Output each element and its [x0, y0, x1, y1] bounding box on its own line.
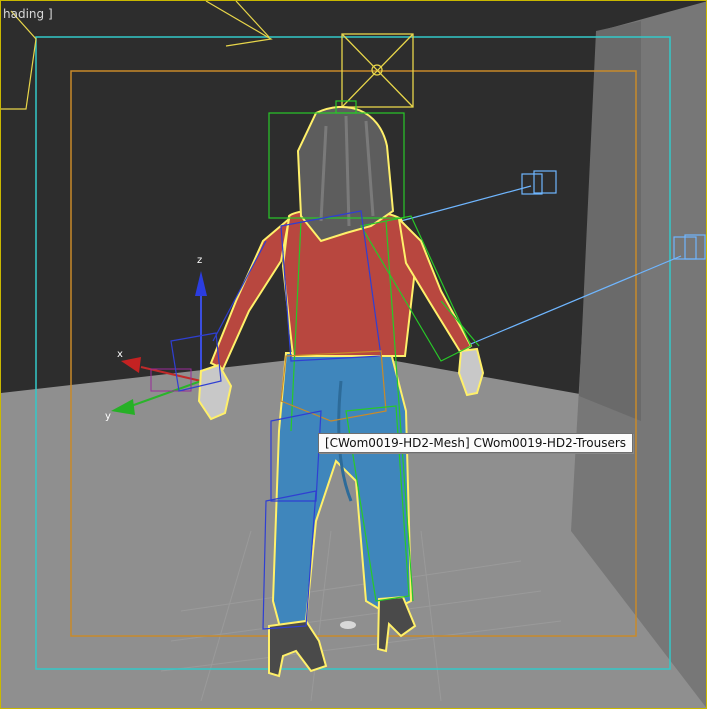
- floor-marker: [340, 621, 356, 629]
- viewport-shading-label[interactable]: hading ]: [1, 7, 55, 21]
- axis-x-label: x: [117, 349, 123, 360]
- 3d-viewport[interactable]: z x y hading] [CWom0019-HD2-Mesh] CWom0…: [0, 0, 707, 709]
- axis-z-label: z: [197, 255, 202, 266]
- scene-canvas[interactable]: z x y: [1, 1, 707, 709]
- axis-y-label: y: [105, 411, 111, 422]
- object-tooltip: [CWom0019-HD2-Mesh] CWom0019-HD2-Trouser…: [318, 433, 634, 453]
